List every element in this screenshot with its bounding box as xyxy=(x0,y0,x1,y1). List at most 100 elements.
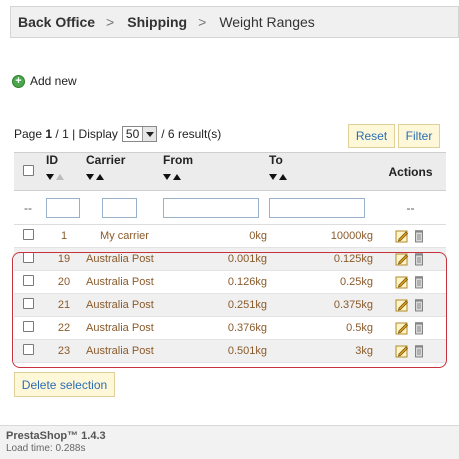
row-checkbox[interactable] xyxy=(22,252,34,263)
sort-asc-icon[interactable] xyxy=(96,174,104,180)
row-from: 0.251kg xyxy=(227,299,267,311)
row-checkbox-cell xyxy=(14,271,42,294)
row-from: 0.501kg xyxy=(227,345,267,357)
row-checkbox[interactable] xyxy=(22,229,34,240)
breadcrumb-weight-ranges: Weight Ranges xyxy=(219,14,315,30)
filter-to-input[interactable] xyxy=(269,197,365,218)
row-actions xyxy=(375,271,446,294)
current-page: 1 xyxy=(45,127,53,141)
weight-ranges-table: ID Carrier From To Actions -- -- 1 My ca… xyxy=(14,152,446,363)
column-header-id: ID xyxy=(42,153,86,191)
row-to: 0.5kg xyxy=(346,322,373,334)
edit-icon[interactable] xyxy=(395,275,409,289)
table-header-row: ID Carrier From To Actions xyxy=(14,152,446,191)
sort-asc-icon[interactable] xyxy=(56,174,64,180)
trash-icon[interactable] xyxy=(412,321,426,335)
row-actions xyxy=(375,317,446,340)
per-page-value: 50 xyxy=(125,127,140,141)
filter-from-cell xyxy=(163,191,269,225)
row-checkbox-cell xyxy=(14,317,42,340)
filter-carrier-cell xyxy=(86,191,163,225)
filter-dash: -- xyxy=(24,200,32,215)
select-all-checkbox[interactable] xyxy=(22,164,34,176)
sort-asc-icon[interactable] xyxy=(173,174,181,180)
table-row[interactable]: 23 Australia Post 0.501kg 3kg xyxy=(14,339,446,363)
filter-actions-cell: -- xyxy=(375,191,446,225)
edit-icon[interactable] xyxy=(395,321,409,335)
edit-icon[interactable] xyxy=(395,229,409,243)
row-carrier: My carrier xyxy=(100,230,149,242)
sort-desc-icon[interactable] xyxy=(46,174,54,180)
row-from: 0kg xyxy=(249,230,267,242)
chevron-down-icon[interactable] xyxy=(142,127,157,141)
trash-icon[interactable] xyxy=(412,275,426,289)
column-label-from: From xyxy=(163,153,193,167)
edit-icon[interactable] xyxy=(395,252,409,266)
edit-icon[interactable] xyxy=(395,298,409,312)
row-actions xyxy=(375,225,446,248)
row-checkbox[interactable] xyxy=(22,298,34,309)
sort-asc-icon[interactable] xyxy=(279,174,287,180)
filter-from-input[interactable] xyxy=(163,197,259,218)
column-label-actions: Actions xyxy=(388,164,433,179)
row-carrier: Australia Post xyxy=(86,299,154,311)
row-from: 0.376kg xyxy=(227,322,267,334)
row-carrier: Australia Post xyxy=(86,276,154,288)
per-page-select[interactable]: 50 xyxy=(121,126,158,142)
column-label-to: To xyxy=(269,153,283,167)
total-pages: 1 xyxy=(62,127,69,141)
footer-load-time: Load time: 0.288s xyxy=(6,443,86,454)
table-row[interactable]: 1 My carrier 0kg 10000kg xyxy=(14,224,446,248)
add-new-link[interactable]: + Add new xyxy=(12,74,77,88)
filter-row: -- -- xyxy=(14,190,446,225)
filter-carrier-input[interactable] xyxy=(102,197,137,218)
reset-button[interactable]: Reset xyxy=(348,124,395,148)
row-checkbox[interactable] xyxy=(22,275,34,286)
sort-desc-icon[interactable] xyxy=(269,174,277,180)
row-checkbox-cell xyxy=(14,340,42,363)
row-from: 0.126kg xyxy=(227,276,267,288)
row-actions xyxy=(375,248,446,271)
column-header-actions: Actions xyxy=(375,153,446,191)
row-checkbox-cell xyxy=(14,248,42,271)
display-label: | Display xyxy=(72,127,118,141)
row-to: 3kg xyxy=(355,345,373,357)
page-separator: / xyxy=(52,127,63,141)
filter-to-cell xyxy=(269,191,375,225)
filter-dash: -- xyxy=(406,200,415,215)
breadcrumb-separator-icon: > xyxy=(106,14,115,30)
trash-icon[interactable] xyxy=(412,252,426,266)
table-row[interactable]: 21 Australia Post 0.251kg 0.375kg xyxy=(14,293,446,317)
trash-icon[interactable] xyxy=(412,298,426,312)
row-to: 0.25kg xyxy=(339,276,373,288)
table-row[interactable]: 20 Australia Post 0.126kg 0.25kg xyxy=(14,270,446,294)
trash-icon[interactable] xyxy=(412,344,426,358)
row-checkbox[interactable] xyxy=(22,321,34,332)
column-header-from: From xyxy=(163,153,269,191)
row-id: 20 xyxy=(57,276,71,288)
row-checkbox[interactable] xyxy=(22,344,34,355)
table-row[interactable]: 19 Australia Post 0.001kg 0.125kg xyxy=(14,247,446,271)
trash-icon[interactable] xyxy=(412,229,426,243)
row-carrier: Australia Post xyxy=(86,253,154,265)
row-to: 0.125kg xyxy=(333,253,373,265)
row-id: 21 xyxy=(57,299,71,311)
table-row[interactable]: 22 Australia Post 0.376kg 0.5kg xyxy=(14,316,446,340)
breadcrumb-shipping[interactable]: Shipping xyxy=(127,14,187,30)
edit-icon[interactable] xyxy=(395,344,409,358)
row-actions xyxy=(375,340,446,363)
filter-dash-cell: -- xyxy=(14,191,42,225)
delete-selection-button[interactable]: Delete selection xyxy=(14,372,115,397)
add-new-label: Add new xyxy=(30,74,77,88)
sort-desc-icon[interactable] xyxy=(86,174,94,180)
row-checkbox-cell xyxy=(14,294,42,317)
sort-controls-carrier xyxy=(86,169,163,180)
footer-version: PrestaShop™ 1.4.3 xyxy=(6,430,106,442)
row-id: 19 xyxy=(57,253,71,265)
filter-id-input[interactable] xyxy=(46,197,80,218)
sort-desc-icon[interactable] xyxy=(163,174,171,180)
breadcrumb-back-office[interactable]: Back Office xyxy=(18,14,95,30)
breadcrumb: Back Office > Shipping > Weight Ranges xyxy=(10,6,459,38)
filter-button[interactable]: Filter xyxy=(398,124,440,148)
row-id: 22 xyxy=(57,322,71,334)
